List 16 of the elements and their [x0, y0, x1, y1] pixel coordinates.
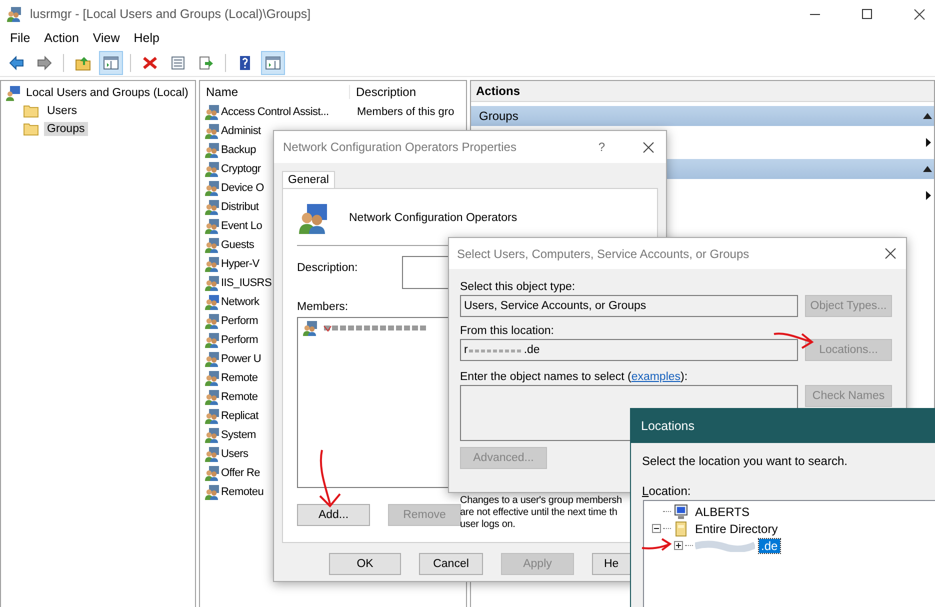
field-label: Enter the object names to select (examples):: [460, 371, 688, 383]
dialog-title: Select Users, Computers, Service Accounts, or Groups: [457, 246, 750, 260]
field-label: Members:: [297, 301, 348, 313]
group-name: Network Configuration Operators: [349, 212, 518, 224]
dialog-prompt: Select the location you want to search.: [642, 454, 848, 468]
group-description: Members of this gro: [356, 106, 454, 118]
membership-note: Changes to a user's group membersh are not effective until the next time th user logs on.: [460, 495, 622, 531]
dialog-title: Locations: [641, 419, 695, 433]
field-label: Select this object type:: [460, 280, 576, 295]
window-title: lusrmgr - [Local Users and Groups (Local)\Groups]: [30, 7, 311, 21]
section-title: Groups: [479, 109, 518, 123]
actions-title: Actions: [471, 81, 934, 102]
field-label: Location:: [642, 484, 692, 498]
field-label: Description:: [297, 262, 358, 274]
dialog-title: Network Configuration Operators Properties: [283, 140, 516, 154]
field-label: From this location:: [460, 324, 555, 339]
